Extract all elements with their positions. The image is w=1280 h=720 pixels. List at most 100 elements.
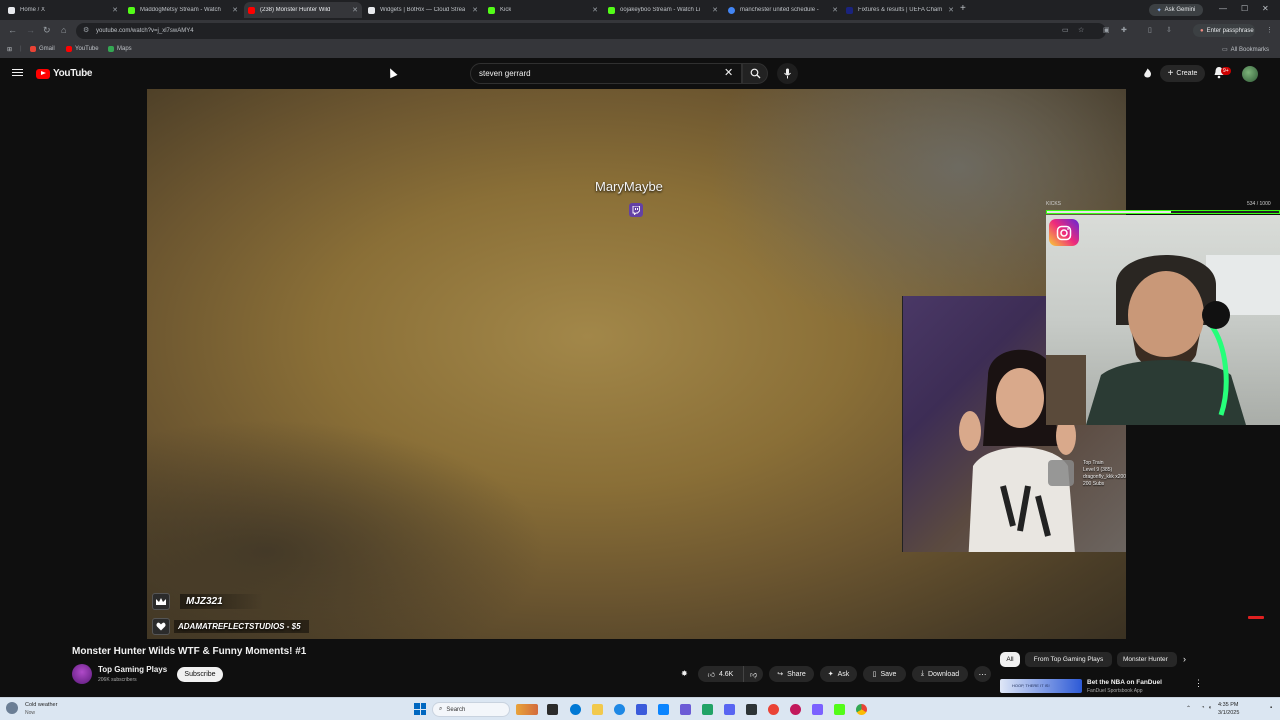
chevron-right-icon[interactable]: › [1183, 654, 1186, 664]
volume-icon[interactable]: ◖ [1208, 705, 1212, 711]
dislike-button[interactable]: 👎︎ [743, 666, 763, 682]
menu-icon[interactable] [12, 67, 23, 78]
close-tab-icon[interactable]: ✕ [832, 6, 838, 14]
new-tab-icon[interactable]: + [960, 3, 966, 14]
reload-icon[interactable]: ↻ [43, 25, 51, 36]
extensions-puzzle-icon[interactable]: ✚ [1121, 26, 1127, 34]
chip-monster-hunter[interactable]: Monster Hunter [1117, 652, 1177, 667]
create-button[interactable]: + Create [1160, 65, 1205, 82]
windows-start-icon[interactable] [414, 703, 426, 715]
edge-icon[interactable] [570, 704, 581, 715]
more-actions-icon[interactable]: ⋯ [974, 666, 991, 682]
close-tab-icon[interactable]: ✕ [712, 6, 718, 14]
browser-tab[interactable]: Widgets | BotRix — Cloud Strea ✕ [364, 2, 482, 18]
share-button[interactable]: ↪ Share [769, 666, 814, 682]
close-tab-icon[interactable]: ✕ [232, 6, 238, 14]
taskbar-search[interactable]: ⌕ Search [432, 702, 510, 717]
bookmark-maps[interactable]: Maps [108, 46, 132, 52]
chip-all[interactable]: All [1000, 652, 1020, 667]
channel-name[interactable]: Top Gaming Plays [98, 665, 167, 674]
back-icon[interactable]: ← [8, 25, 17, 35]
browser-tab[interactable]: Home / X ✕ [4, 2, 122, 18]
install-app-icon[interactable]: ▭ [1062, 26, 1069, 34]
search-button[interactable] [742, 63, 768, 84]
discord-icon[interactable] [724, 704, 735, 715]
downloads-icon[interactable]: ⇩ [1166, 26, 1172, 34]
site-info-icon[interactable]: ⚙ [83, 26, 89, 34]
kick-app-icon[interactable] [834, 704, 845, 715]
clear-search-icon[interactable]: ✕ [724, 66, 733, 79]
chrome-profile-icon[interactable] [768, 704, 779, 715]
task-view-icon[interactable] [547, 704, 558, 715]
browser-tab[interactable]: manchester united schedule - ✕ [724, 2, 842, 18]
clock-date[interactable]: 3/1/2025 [1218, 710, 1239, 716]
sparkle-icon[interactable]: ✸ [681, 669, 688, 678]
ad-menu-icon[interactable]: ⋮ [1194, 678, 1203, 689]
close-window-icon[interactable]: ✕ [1262, 4, 1269, 13]
voice-search-button[interactable] [777, 63, 798, 84]
apps-grid-icon[interactable]: ⊞ [7, 46, 12, 53]
excel-icon[interactable] [702, 704, 713, 715]
weather-title[interactable]: Cold weather [25, 702, 57, 708]
home-icon[interactable]: ⌂ [61, 25, 66, 35]
download-icon: ⤓ [920, 670, 924, 677]
browser-tab-label: Kick [500, 7, 512, 13]
cloud-weather-icon[interactable] [6, 702, 18, 714]
download-button[interactable]: ⤓ Download [912, 666, 968, 682]
save-button[interactable]: ▯ Save [863, 666, 906, 682]
browser-tab-label: manchester united schedule - [740, 7, 819, 13]
channel-avatar[interactable] [72, 664, 92, 684]
clock-time[interactable]: 4:35 PM [1218, 702, 1238, 708]
minimize-icon[interactable]: — [1219, 4, 1227, 13]
chip-from-channel[interactable]: From Top Gaming Plays [1025, 652, 1112, 667]
browser-tab-active[interactable]: (238) Monster Hunter Wild ✕ [244, 2, 362, 18]
ad-thumbnail[interactable]: HOOP, THERE IT IS! [1000, 679, 1082, 693]
address-bar[interactable]: ⚙ youtube.com/watch?v=j_xl7swAMY4 [76, 23, 1106, 39]
forward-icon[interactable]: → [26, 25, 35, 35]
close-tab-icon[interactable]: ✕ [472, 6, 478, 14]
bookmark-star-icon[interactable]: ☆ [1078, 26, 1084, 34]
uefa-logo-icon [846, 6, 853, 14]
like-button[interactable]: 👍︎ 4.6K [698, 666, 743, 682]
close-tab-icon[interactable]: ✕ [112, 6, 118, 14]
ask-gemini-button[interactable]: ✦ Ask Gemini [1149, 4, 1203, 16]
maximize-icon[interactable]: ☐ [1241, 4, 1248, 13]
account-avatar[interactable] [1242, 66, 1258, 82]
tray-chevron-icon[interactable]: ⌃ [1186, 705, 1191, 712]
close-tab-icon[interactable]: ✕ [352, 6, 358, 14]
ad-title[interactable]: Bet the NBA on FanDuel [1087, 679, 1162, 686]
search-input[interactable]: steven gerrard [470, 63, 742, 84]
browser-app-icon[interactable] [614, 704, 625, 715]
subscribe-button[interactable]: Subscribe [177, 667, 223, 682]
browser-tab[interactable]: Fixtures & results | UEFA Cham ✕ [842, 2, 958, 18]
youtube-play-icon [36, 68, 50, 79]
browser-tab[interactable]: Kick ✕ [484, 2, 602, 18]
store-icon[interactable] [636, 704, 647, 715]
close-tab-icon[interactable]: ✕ [592, 6, 598, 14]
youtube-logo[interactable]: YouTube [36, 68, 93, 79]
youtube-logo-icon [248, 6, 255, 14]
bookmark-gmail[interactable]: Gmail [30, 46, 55, 52]
premium-flame-icon[interactable] [1142, 68, 1153, 79]
mail-icon[interactable] [658, 704, 669, 715]
file-explorer-icon[interactable] [592, 704, 603, 715]
close-tab-icon[interactable]: ✕ [948, 6, 954, 14]
chrome-menu-icon[interactable]: ⋮ [1266, 26, 1273, 34]
wifi-icon[interactable]: ◔ [1201, 705, 1205, 711]
browser-tab[interactable]: MaddogMetsy Stream - Watch ✕ [124, 2, 242, 18]
browser-tab[interactable]: oojakeyboo Stream - Watch Li ✕ [604, 2, 722, 18]
chrome-icon[interactable] [856, 704, 867, 715]
bookmark-youtube[interactable]: YouTube [66, 46, 99, 52]
side-panel-icon[interactable]: ▯ [1148, 26, 1152, 34]
enter-passphrase-button[interactable]: ● Enter passphrase [1193, 24, 1255, 37]
app-icon[interactable] [680, 704, 691, 715]
all-bookmarks-button[interactable]: ▭ All Bookmarks [1222, 46, 1269, 54]
terminal-icon[interactable] [746, 704, 757, 715]
app-icon[interactable] [812, 704, 823, 715]
notification-center-icon[interactable]: ▪ [1270, 705, 1272, 711]
browser-tab-label: oojakeyboo Stream - Watch Li [620, 7, 701, 13]
ask-button[interactable]: ✦ Ask [820, 666, 857, 682]
app-icon[interactable] [790, 704, 801, 715]
widgets-icon[interactable] [516, 704, 538, 715]
extension-icon[interactable]: ▣ [1103, 26, 1110, 34]
